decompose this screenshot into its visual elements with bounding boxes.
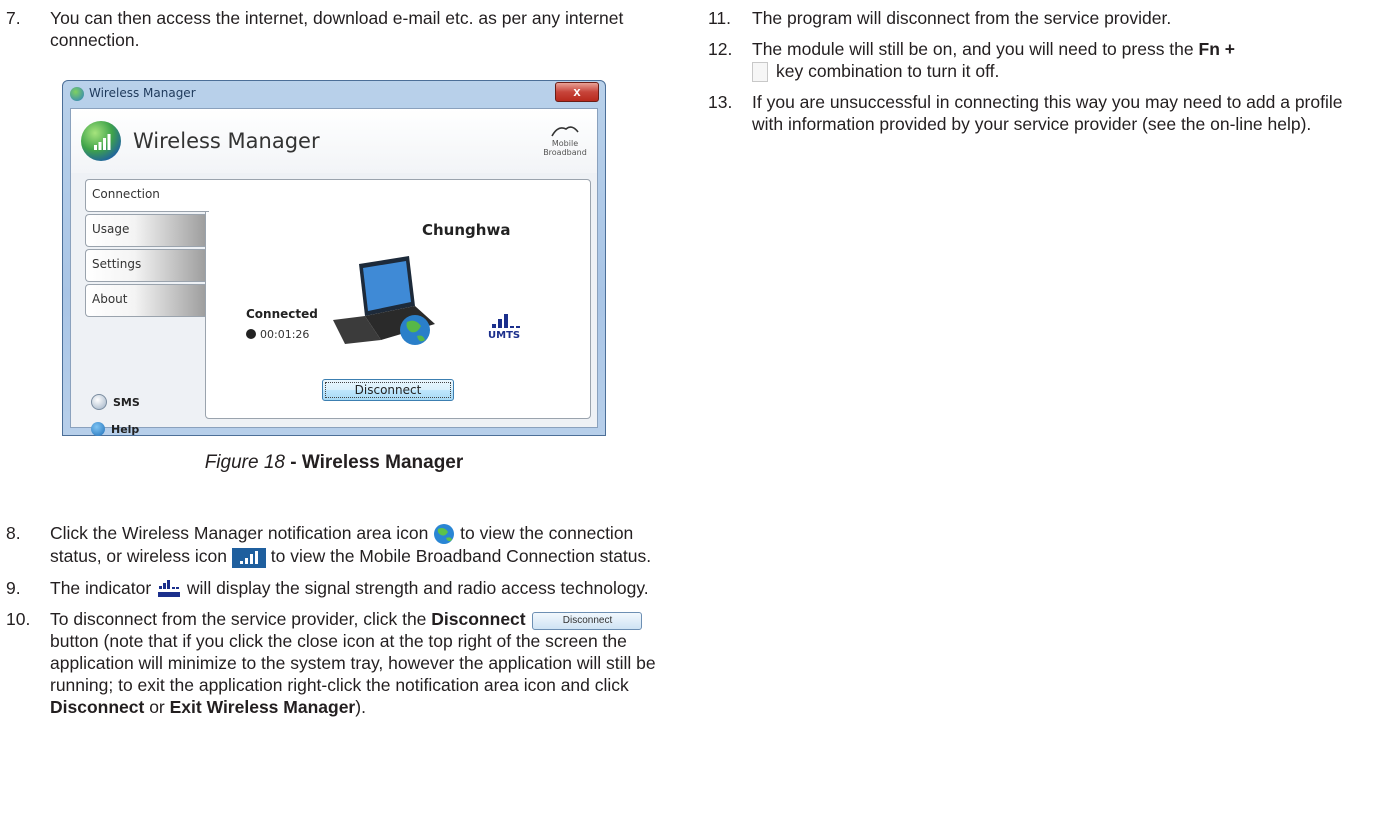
mobile-broadband-logo: Mobile Broadband	[541, 123, 589, 157]
tab-about[interactable]: About	[85, 284, 207, 317]
step-bold-b: Disconnect	[50, 697, 145, 718]
timer-value: 00:01:26	[260, 328, 310, 341]
connection-status: Connected	[246, 307, 318, 321]
step-11: 11. The program will disconnect from the…	[708, 7, 1370, 29]
app-small-icon	[70, 87, 84, 101]
step-number: 10.	[6, 609, 31, 630]
step-text-a: The module will still be on, and you wil…	[752, 39, 1199, 59]
close-button[interactable]: x	[555, 82, 599, 102]
step-text-c: to view the Mobile Broadband Connection …	[270, 546, 652, 567]
connection-panel: Chunghwa Connected 00:01:26 UMTS Disconn…	[205, 179, 591, 419]
step-number: 12.	[708, 39, 733, 59]
connection-timer: 00:01:26	[246, 328, 309, 341]
sms-link[interactable]: SMS	[91, 394, 140, 411]
step-text-a: The indicator	[50, 577, 157, 598]
step-bold-a: Fn +	[1198, 39, 1235, 59]
left-column-steps: 8. Click the Wireless Manager notificati…	[6, 522, 668, 718]
step-text-b: will display the signal strength and rad…	[186, 577, 649, 598]
step-text-b: button (note that if you click the close…	[50, 631, 656, 696]
step-text-d: ).	[355, 697, 366, 718]
step-number: 7.	[6, 8, 21, 28]
step-number: 8.	[6, 523, 21, 543]
window-title: Wireless Manager	[89, 86, 196, 100]
clock-icon	[246, 329, 256, 339]
tab-settings[interactable]: Settings	[85, 249, 207, 282]
disconnect-button[interactable]: Disconnect	[322, 379, 454, 401]
app-header: Wireless Manager Mobile Broadband	[71, 109, 597, 173]
step-bold-a: Disconnect	[431, 609, 526, 630]
brand-line-1: Mobile	[551, 139, 579, 148]
app-title: Wireless Manager	[133, 129, 320, 153]
step-10: 10. To disconnect from the service provi…	[6, 608, 668, 718]
step-text-b: key combination to turn it off.	[776, 61, 1000, 81]
network-type-label: UMTS	[488, 330, 521, 341]
step-text-a: To disconnect from the service provider,…	[50, 609, 432, 630]
tab-connection[interactable]: Connection	[85, 179, 209, 212]
step-9: 9. The indicator will display the signal…	[6, 577, 668, 599]
wireless-signal-icon	[231, 547, 266, 568]
figure-title: - Wireless Manager	[284, 452, 464, 473]
nav-tabs: Connection Usage Settings About	[85, 179, 209, 319]
step-text: If you are unsuccessful in connecting th…	[752, 92, 1343, 135]
step-number: 11.	[708, 8, 732, 28]
help-icon	[91, 422, 105, 436]
right-column: 11. The program will disconnect from the…	[708, 7, 1370, 135]
step-number: 13.	[708, 92, 733, 113]
tab-usage[interactable]: Usage	[85, 214, 207, 247]
brand-line-2: Broadband	[543, 148, 587, 157]
wireless-manager-window: Wireless Manager x Wireless Manager Mobi…	[62, 80, 606, 436]
left-column: 7. You can then access the internet, dow…	[6, 7, 666, 51]
step-bold-c: Exit Wireless Manager	[169, 697, 356, 718]
sms-label: SMS	[113, 396, 140, 409]
app-client-area: Wireless Manager Mobile Broadband Connec…	[70, 108, 598, 436]
step-text-a: Click the Wireless Manager notification …	[50, 523, 429, 543]
step-text: The program will disconnect from the ser…	[752, 8, 1172, 28]
help-label: Help	[111, 423, 140, 436]
cloud-icon	[551, 126, 579, 137]
title-bar: Wireless Manager x	[63, 81, 605, 107]
wireless-manager-logo-icon	[81, 121, 121, 161]
step-8: 8. Click the Wireless Manager notificati…	[6, 522, 668, 568]
step-text-c: or	[144, 697, 170, 718]
step-text: You can then access the internet, downlo…	[50, 8, 624, 50]
figure-caption: Figure 18 - Wireless Manager	[0, 452, 668, 474]
laptop-globe-icon	[333, 256, 435, 345]
step-13: 13. If you are unsuccessful in connectin…	[708, 91, 1370, 135]
carrier-name: Chunghwa	[422, 221, 511, 239]
sms-icon	[91, 394, 107, 410]
globe-notification-icon	[434, 524, 455, 545]
fn-key-icon	[752, 62, 768, 83]
umts-indicator-icon	[158, 580, 181, 598]
step-7: 7. You can then access the internet, dow…	[6, 7, 666, 51]
step-number: 9.	[6, 577, 21, 598]
inline-disconnect-button: Disconnect	[532, 611, 643, 630]
help-link[interactable]: Help	[91, 422, 140, 437]
figure-number: Figure 18	[204, 452, 285, 473]
step-12: 12. The module will still be on, and you…	[708, 38, 1370, 83]
